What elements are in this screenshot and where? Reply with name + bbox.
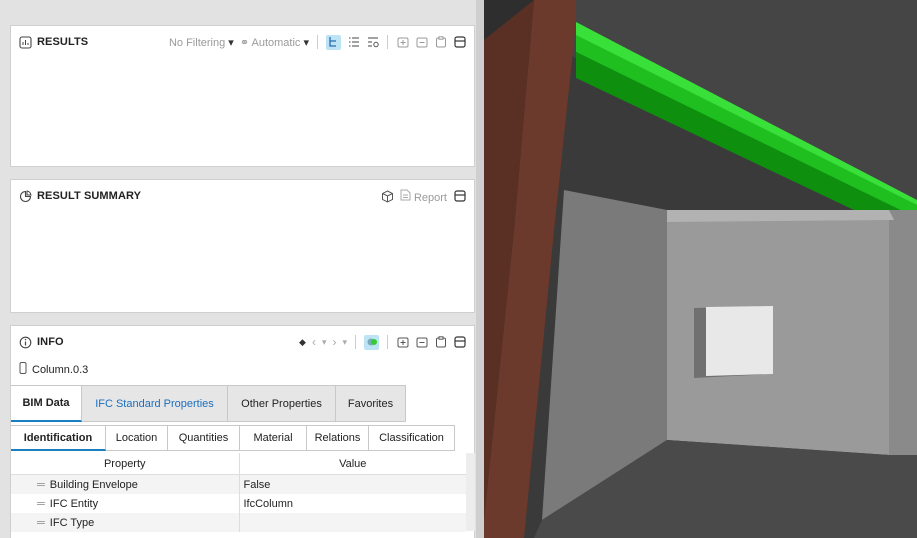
3d-viewport[interactable] [484,0,917,538]
property-cell: ═ IFC Entity [11,494,239,513]
next-icon[interactable]: › [332,335,336,349]
previous-icon[interactable]: ‹ [312,335,316,349]
subtab-location[interactable]: Location [106,425,168,451]
property-name: Building Envelope [49,478,138,491]
element-name-row: Column.0.3 [19,362,88,377]
subtab-material[interactable]: Material [240,425,307,451]
next-dropdown-icon[interactable]: ▾ [342,337,347,348]
right-wall [889,210,917,455]
property-name: IFC Entity [49,497,99,510]
clipboard-icon[interactable] [434,36,447,49]
property-column-header[interactable]: Property [11,453,240,475]
highlight-toggle-icon[interactable] [364,334,379,350]
table-scrollbar[interactable] [466,453,475,531]
clipboard-icon[interactable] [434,336,447,349]
expand-all-icon[interactable] [396,36,409,49]
tab-other-properties[interactable]: Other Properties [228,385,336,422]
wall-top-edge [667,210,894,222]
info-icon [19,336,32,349]
tab-favorites[interactable]: Favorites [336,385,406,422]
table-row[interactable]: ═ IFC Type [11,513,466,532]
toolbar-divider [387,35,388,49]
tab-bim-data[interactable]: BIM Data [11,385,82,422]
results-chart-icon [19,35,32,49]
info-subtabs: Identification Location Quantities Mater… [11,425,455,451]
element-name: Column.0.3 [32,363,89,376]
results-header: RESULTS No Filtering ▾ ⚭ Automatic ▾ [11,26,474,58]
value-cell: False [238,474,466,494]
mode-dropdown[interactable]: ⚭ Automatic ▾ [240,36,309,49]
drag-handle-icon[interactable]: ═ [37,498,45,510]
mode-label: Automatic [251,36,301,49]
collapse-panel-icon[interactable] [453,36,466,49]
properties-table: Property Value ═ Building Envelope False … [11,453,466,532]
expand-all-icon[interactable] [396,336,409,349]
property-cell: ═ IFC Type [11,513,239,532]
subtab-classification[interactable]: Classification [369,425,455,451]
report-icon [400,189,414,204]
drag-handle-icon[interactable]: ═ [37,517,45,529]
sort-icon[interactable]: ◆ [299,337,306,348]
drag-handle-icon[interactable]: ═ [37,479,45,491]
collapse-panel-icon[interactable] [453,336,466,349]
info-tabs: BIM Data IFC Standard Properties Other P… [11,385,406,422]
pie-chart-icon [19,189,32,203]
results-title: RESULTS [37,36,89,48]
column-icon [19,362,27,377]
list-view-icon[interactable] [347,36,360,49]
table-row[interactable]: ═ IFC Entity IfcColumn [11,494,466,513]
window-pane [706,306,773,376]
collapse-all-icon[interactable] [415,336,428,349]
tab-ifc-standard-properties[interactable]: IFC Standard Properties [82,385,228,422]
tree-view-icon[interactable] [326,34,341,50]
property-cell: ═ Building Envelope [11,474,239,494]
filtering-dropdown[interactable]: No Filtering ▾ [169,36,234,49]
previous-dropdown-icon[interactable]: ▾ [322,337,327,348]
eye-icon: ⚭ [239,36,250,49]
list-settings-icon[interactable] [366,36,379,49]
subtab-relations[interactable]: Relations [307,425,369,451]
table-row[interactable]: ═ Building Envelope False [11,474,466,494]
toolbar-divider [387,335,388,349]
results-panel: RESULTS No Filtering ▾ ⚭ Automatic ▾ [10,25,475,167]
summary-title: RESULT SUMMARY [37,190,142,202]
value-column-header[interactable]: Value [239,453,466,475]
cube-icon[interactable] [381,189,394,203]
value-cell: IfcColumn [238,494,466,513]
splitter-handle[interactable] [476,0,484,538]
property-name: IFC Type [49,516,95,529]
subtab-identification[interactable]: Identification [11,425,106,451]
collapse-all-icon[interactable] [415,36,428,49]
filtering-label: No Filtering [168,36,226,49]
info-header: INFO ◆ ‹ ▾ › ▾ [11,326,474,358]
value-cell [238,513,466,532]
subtab-quantities[interactable]: Quantities [168,425,240,451]
3d-scene[interactable] [484,0,917,538]
report-button[interactable]: Report [400,189,447,204]
toolbar-divider [355,335,356,349]
left-sidebar: RESULTS No Filtering ▾ ⚭ Automatic ▾ RES… [0,0,484,538]
toolbar-divider [317,35,318,49]
summary-header: RESULT SUMMARY Report [11,180,474,212]
collapse-panel-icon[interactable] [453,190,466,203]
result-summary-panel: RESULT SUMMARY Report [10,179,475,313]
report-label: Report [413,191,447,204]
info-panel: INFO ◆ ‹ ▾ › ▾ Column.0.3 BIM Data IFC S… [10,325,475,538]
info-title: INFO [37,336,64,348]
